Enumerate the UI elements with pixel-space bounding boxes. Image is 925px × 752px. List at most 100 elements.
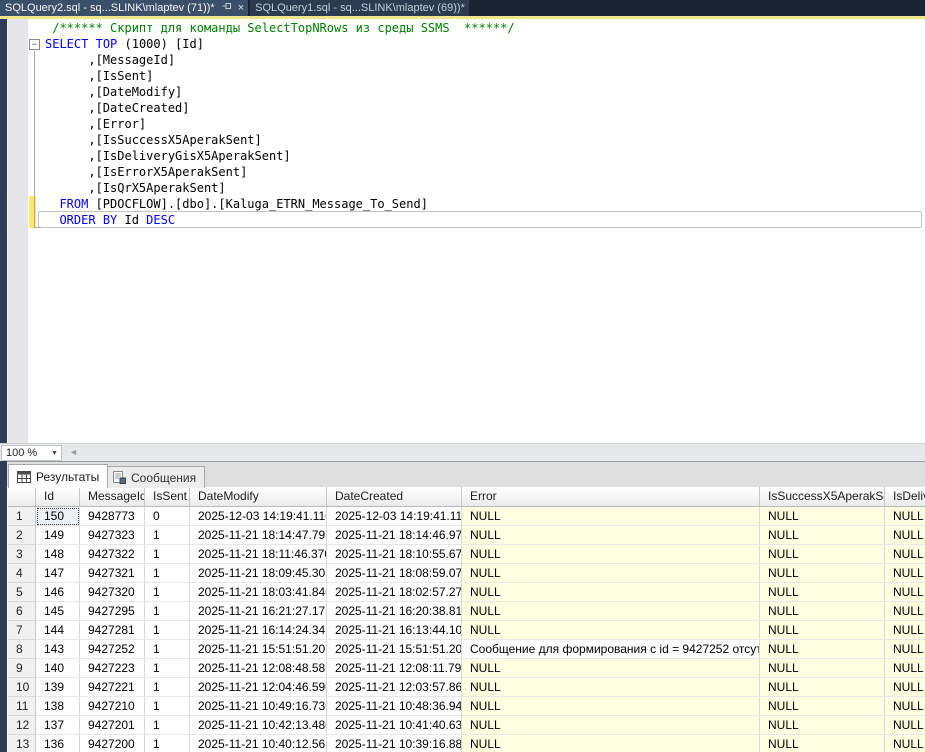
row-header[interactable]: 9 [8, 659, 36, 678]
grid-cell[interactable]: NULL [885, 659, 925, 678]
pin-icon[interactable] [222, 0, 232, 16]
grid-cell[interactable]: 2025-11-21 18:02:57.270 [327, 583, 462, 602]
row-header[interactable]: 5 [8, 583, 36, 602]
grid-cell[interactable]: NULL [462, 602, 760, 621]
grid-cell[interactable]: 2025-11-21 18:14:46.970 [327, 526, 462, 545]
row-header[interactable]: 2 [8, 526, 36, 545]
grid-cell[interactable]: 146 [36, 583, 80, 602]
grid-cell[interactable]: 2025-11-21 18:03:41.840 [190, 583, 327, 602]
grid-cell[interactable]: 1 [145, 678, 190, 697]
grid-cell[interactable]: NULL [462, 526, 760, 545]
grid-cell[interactable]: 2025-11-21 18:09:45.303 [190, 564, 327, 583]
grid-cell[interactable]: 1 [145, 640, 190, 659]
row-header[interactable]: 12 [8, 716, 36, 735]
grid-cell[interactable]: NULL [760, 716, 885, 735]
grid-cell[interactable]: 1 [145, 735, 190, 752]
grid-cell[interactable]: 2025-11-21 15:51:51.207 [327, 640, 462, 659]
close-icon[interactable]: × [238, 0, 244, 16]
grid-cell[interactable]: 2025-11-21 12:08:48.587 [190, 659, 327, 678]
grid-cell[interactable]: NULL [760, 735, 885, 752]
grid-cell[interactable]: 1 [145, 659, 190, 678]
grid-cell[interactable]: NULL [885, 545, 925, 564]
grid-cell[interactable]: NULL [462, 678, 760, 697]
chevron-down-icon[interactable]: ▼ [48, 450, 61, 457]
column-header-Error[interactable]: Error [462, 487, 760, 507]
grid-cell[interactable]: 2025-11-21 18:08:59.073 [327, 564, 462, 583]
row-header[interactable]: 11 [8, 697, 36, 716]
grid-cell[interactable]: NULL [760, 659, 885, 678]
grid-cell[interactable]: 150 [36, 507, 80, 526]
grid-cell[interactable]: NULL [760, 564, 885, 583]
grid-cell[interactable]: 2025-11-21 10:40:12.563 [190, 735, 327, 752]
grid-cell[interactable]: 1 [145, 564, 190, 583]
zoom-level-combo[interactable]: 100 % ▼ [1, 445, 62, 461]
grid-cell[interactable]: NULL [462, 659, 760, 678]
grid-cell[interactable]: NULL [885, 640, 925, 659]
grid-cell[interactable]: 9427323 [80, 526, 145, 545]
grid-cell[interactable]: 140 [36, 659, 80, 678]
grid-cell[interactable]: NULL [760, 507, 885, 526]
column-header-IsDeliveryGisX5AperakSent[interactable]: IsDeliveryGisX5AperakSent [885, 487, 925, 507]
row-header[interactable]: 6 [8, 602, 36, 621]
grid-cell[interactable]: 9427223 [80, 659, 145, 678]
grid-cell[interactable]: 143 [36, 640, 80, 659]
column-header-DateCreated[interactable]: DateCreated [327, 487, 462, 507]
grid-cell[interactable]: 145 [36, 602, 80, 621]
row-header[interactable]: 7 [8, 621, 36, 640]
grid-cell[interactable]: NULL [462, 545, 760, 564]
grid-cell[interactable]: NULL [885, 716, 925, 735]
grid-cell[interactable]: NULL [885, 564, 925, 583]
grid-cell[interactable]: 2025-11-21 10:39:16.883 [327, 735, 462, 752]
row-header[interactable]: 13 [8, 735, 36, 752]
grid-cell[interactable]: 2025-11-21 18:14:47.793 [190, 526, 327, 545]
grid-cell[interactable]: NULL [885, 697, 925, 716]
grid-cell[interactable]: 2025-11-21 16:14:24.347 [190, 621, 327, 640]
grid-cell[interactable]: NULL [760, 697, 885, 716]
grid-cell[interactable]: 2025-11-21 18:10:55.670 [327, 545, 462, 564]
grid-cell[interactable]: NULL [760, 526, 885, 545]
grid-cell[interactable]: 0 [145, 507, 190, 526]
grid-cell[interactable]: 1 [145, 545, 190, 564]
row-header[interactable]: 10 [8, 678, 36, 697]
grid-cell[interactable]: 148 [36, 545, 80, 564]
grid-cell[interactable]: 144 [36, 621, 80, 640]
grid-cell[interactable]: 2025-12-03 14:19:41.110 [327, 507, 462, 526]
sql-code[interactable]: /****** Скрипт для команды SelectTopNRow… [45, 20, 515, 228]
grid-cell[interactable]: NULL [760, 621, 885, 640]
grid-cell[interactable]: NULL [885, 507, 925, 526]
column-header-Id[interactable]: Id [36, 487, 80, 507]
grid-cell[interactable]: NULL [462, 716, 760, 735]
grid-cell[interactable]: 9427322 [80, 545, 145, 564]
grid-cell[interactable]: 9427252 [80, 640, 145, 659]
grid-cell[interactable]: NULL [760, 583, 885, 602]
grid-cell[interactable]: NULL [885, 735, 925, 752]
grid-cell[interactable]: 2025-11-21 10:42:13.480 [190, 716, 327, 735]
code-fold-collapse-icon[interactable]: − [29, 39, 40, 50]
grid-cell[interactable]: NULL [462, 735, 760, 752]
grid-cell[interactable]: NULL [462, 564, 760, 583]
column-header-DateModify[interactable]: DateModify [190, 487, 327, 507]
grid-cell[interactable]: 9427295 [80, 602, 145, 621]
grid-cell[interactable]: NULL [462, 507, 760, 526]
column-header-IsSent[interactable]: IsSent [145, 487, 190, 507]
tab-sqlquery2[interactable]: SQLQuery2.sql - sq...SLINK\mlaptev (71))… [0, 0, 248, 16]
grid-cell[interactable]: NULL [760, 640, 885, 659]
grid-cell[interactable]: Сообщение для формирования с id = 942725… [462, 640, 760, 659]
grid-cell[interactable]: NULL [760, 678, 885, 697]
grid-cell[interactable]: 9427221 [80, 678, 145, 697]
grid-cell[interactable]: 138 [36, 697, 80, 716]
grid-cell[interactable]: 1 [145, 526, 190, 545]
grid-cell[interactable]: NULL [462, 621, 760, 640]
grid-cell[interactable]: 1 [145, 602, 190, 621]
grid-cell[interactable]: 2025-11-21 18:11:46.370 [190, 545, 327, 564]
grid-cell[interactable]: 149 [36, 526, 80, 545]
tab-results[interactable]: Результаты [8, 464, 108, 488]
grid-cell[interactable]: 137 [36, 716, 80, 735]
grid-cell[interactable]: 9427320 [80, 583, 145, 602]
scroll-left-arrow-icon[interactable]: ◄ [69, 447, 78, 457]
grid-cell[interactable]: 1 [145, 583, 190, 602]
grid-cell[interactable]: 1 [145, 621, 190, 640]
grid-cell[interactable]: 2025-11-21 10:41:40.630 [327, 716, 462, 735]
grid-cell[interactable]: 9428773 [80, 507, 145, 526]
grid-cell[interactable]: 2025-11-21 10:48:36.947 [327, 697, 462, 716]
